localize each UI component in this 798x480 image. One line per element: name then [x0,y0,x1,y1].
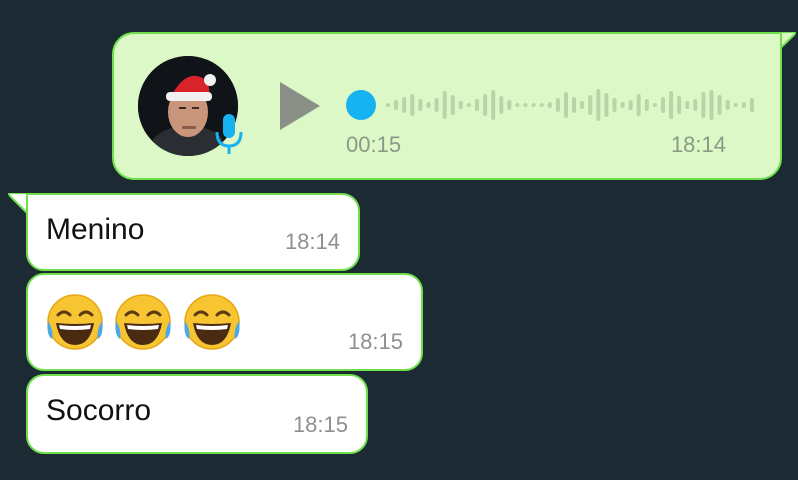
waveform-bar [669,91,674,119]
incoming-message[interactable]: Socorro 18:15 [26,374,368,454]
waveform-bar [750,98,754,112]
waveform-bar [685,101,690,109]
waveform-bar [458,101,463,109]
waveform-bar [555,98,560,112]
waveform-bar [652,103,657,107]
waveform-bar [466,103,471,107]
waveform-bar [644,99,649,111]
waveform-bar [450,95,455,115]
waveform-bar [604,93,609,117]
waveform-bar [693,99,698,111]
chat-area: 00:15 18:14 Menino 18:14 18:15 Socorro 1… [0,0,798,480]
waveform-bar [426,102,431,108]
face-with-tears-of-joy-icon [115,294,172,350]
waveform-bar [531,103,536,107]
voice-duration: 00:15 [346,132,402,157]
play-icon [280,82,320,130]
waveform-bar [410,94,415,116]
audio-waveform[interactable] [384,80,756,130]
waveform-bar [588,95,593,115]
waveform-bar [741,102,746,108]
waveform-bar [394,100,399,110]
voice-message-bubble[interactable]: 00:15 18:14 [112,32,782,180]
voice-timestamp: 18:14 [670,132,726,157]
waveform-bar [564,92,568,118]
waveform-bar [636,94,641,116]
waveform-bar [475,99,479,111]
message-timestamp: 18:14 [284,229,340,254]
message-timestamp: 18:15 [347,329,403,354]
waveform-bar [483,94,488,116]
waveform-bar [620,102,625,108]
waveform-bar [386,103,390,107]
waveform-bar [733,103,738,107]
waveform-bar [442,91,447,119]
waveform-bar [596,89,601,121]
emoji-row [44,291,245,353]
play-button[interactable] [274,78,324,134]
message-text: Menino [46,213,145,246]
waveform-bar [709,90,714,120]
waveform-bar [677,96,682,114]
microphone-icon [215,114,243,154]
waveform-bar [418,99,423,111]
face-with-tears-of-joy-icon [47,294,103,350]
waveform-bar [725,100,730,110]
message-timestamp: 18:15 [292,412,348,437]
waveform-bar [580,101,585,109]
waveform-bar [515,103,520,107]
playback-seek-knob[interactable] [346,90,376,120]
waveform-bar [402,97,407,113]
waveform-bar [507,100,512,110]
waveform-bar [628,100,633,110]
waveform-bar [661,97,665,113]
waveform-bar [523,103,528,107]
waveform-bar [434,98,439,112]
waveform-bar [499,96,504,114]
waveform-bar [491,90,496,120]
message-text: Socorro [46,394,152,427]
waveform-bar [612,98,617,112]
waveform-bar [717,95,722,115]
face-with-tears-of-joy-icon [184,294,240,350]
incoming-message[interactable]: Menino 18:14 [26,193,360,271]
waveform-bar [539,103,544,107]
waveform-bar [547,102,552,108]
incoming-message[interactable]: 18:15 [26,273,423,371]
waveform-bar [572,97,576,113]
waveform-bar [701,92,706,118]
